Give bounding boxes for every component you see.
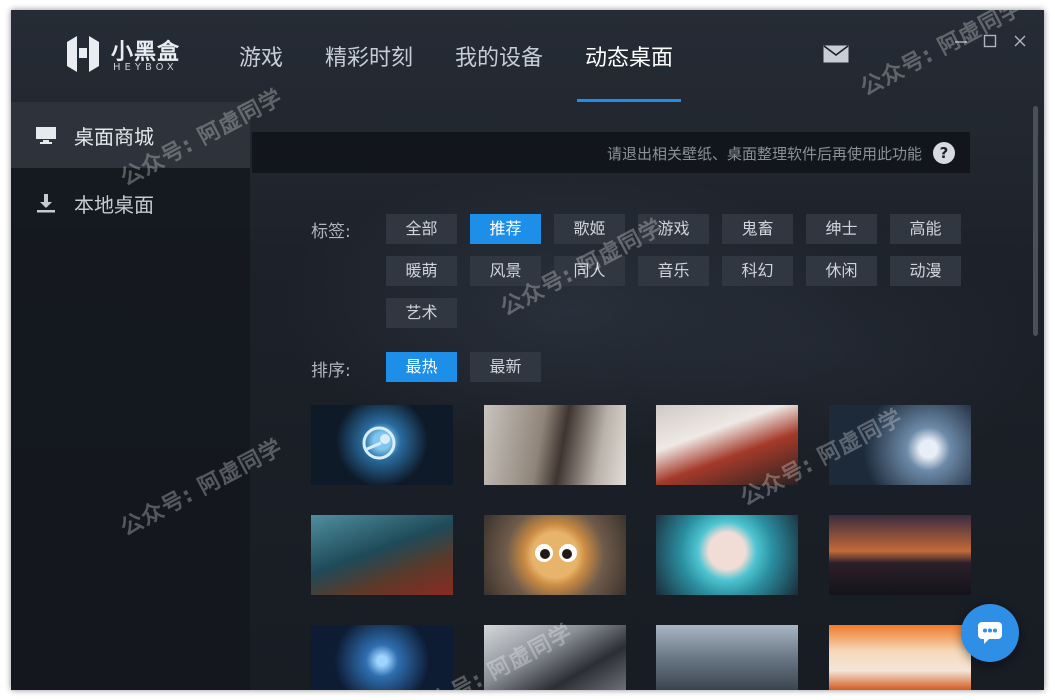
sidebar-item-label: 桌面商城 <box>74 124 154 149</box>
tag-chip[interactable]: 鬼畜 <box>722 214 793 244</box>
monitor-icon <box>36 127 56 144</box>
sort-option-active[interactable]: 最热 <box>386 352 457 382</box>
wallpaper-thumbnail[interactable] <box>829 405 971 485</box>
tag-row-label: 标签: <box>311 222 351 242</box>
scrollbar[interactable] <box>1033 106 1038 336</box>
nav-tab-highlights[interactable]: 精彩时刻 <box>315 10 423 102</box>
tag-chip[interactable]: 歌姬 <box>554 214 625 244</box>
tag-chip[interactable]: 全部 <box>386 214 457 244</box>
tag-chip[interactable]: 音乐 <box>638 256 709 286</box>
sidebar-item-local-desktop[interactable]: 本地桌面 <box>11 170 250 236</box>
nav-tab-games[interactable]: 游戏 <box>229 10 293 102</box>
wallpaper-thumbnail[interactable] <box>484 405 626 485</box>
minimize-icon[interactable] <box>954 34 968 48</box>
close-icon[interactable] <box>1013 34 1027 48</box>
nav-tab-live-desktop[interactable]: 动态桌面 <box>575 10 683 102</box>
tag-chip[interactable]: 科幻 <box>722 256 793 286</box>
bird-eyes-icon <box>535 544 577 562</box>
notice-bar: 请退出相关壁纸、桌面整理软件后再使用此功能 ? <box>252 132 970 173</box>
main-content: 请退出相关壁纸、桌面整理软件后再使用此功能 ? 标签: 全部 推荐 歌姬 游戏 … <box>250 102 1044 690</box>
tag-chip[interactable]: 暖萌 <box>386 256 457 286</box>
maximize-icon[interactable] <box>983 34 997 48</box>
tag-chip[interactable]: 游戏 <box>638 214 709 244</box>
tag-chip[interactable]: 同人 <box>554 256 625 286</box>
sort-option[interactable]: 最新 <box>470 352 541 382</box>
logo-text-en: HEYBOX <box>113 62 178 73</box>
tag-chip-active[interactable]: 推荐 <box>470 214 541 244</box>
app-logo[interactable]: 小黑盒 HEYBOX <box>65 32 195 82</box>
steam-icon <box>362 426 396 460</box>
chat-button[interactable] <box>961 604 1019 662</box>
sidebar-item-label: 本地桌面 <box>74 192 154 217</box>
app-window: 小黑盒 HEYBOX 游戏 精彩时刻 我的设备 动态桌面 桌面商城 本地桌面 请… <box>11 10 1044 690</box>
tag-chip[interactable]: 高能 <box>890 214 961 244</box>
wallpaper-thumbnail[interactable] <box>656 625 798 690</box>
header: 小黑盒 HEYBOX 游戏 精彩时刻 我的设备 动态桌面 <box>11 10 1044 102</box>
wallpaper-thumbnail[interactable] <box>656 515 798 595</box>
wallpaper-thumbnail[interactable] <box>484 625 626 690</box>
sort-row-label: 排序: <box>311 361 351 381</box>
wallpaper-thumbnail[interactable] <box>829 515 971 595</box>
tag-chip[interactable]: 风景 <box>470 256 541 286</box>
download-icon <box>37 194 55 213</box>
help-icon[interactable]: ? <box>933 142 955 164</box>
chat-bubble-icon <box>978 622 1002 644</box>
tag-chip[interactable]: 绅士 <box>806 214 877 244</box>
wallpaper-thumbnail[interactable] <box>656 405 798 485</box>
wallpaper-thumbnail[interactable] <box>484 515 626 595</box>
wallpaper-thumbnail[interactable] <box>829 625 971 690</box>
notice-text: 请退出相关壁纸、桌面整理软件后再使用此功能 <box>606 145 922 163</box>
heybox-logo-icon <box>67 36 99 72</box>
tag-chip[interactable]: 动漫 <box>890 256 961 286</box>
tag-chip[interactable]: 休闲 <box>806 256 877 286</box>
top-nav: 游戏 精彩时刻 我的设备 动态桌面 <box>229 10 705 102</box>
wallpaper-thumbnail[interactable] <box>311 515 453 595</box>
tag-chip[interactable]: 艺术 <box>386 298 457 328</box>
nav-tab-my-devices[interactable]: 我的设备 <box>445 10 553 102</box>
wallpaper-thumbnail[interactable] <box>311 405 453 485</box>
sidebar-item-desktop-store[interactable]: 桌面商城 <box>11 102 250 168</box>
mail-icon[interactable] <box>823 45 849 63</box>
sidebar: 桌面商城 本地桌面 <box>11 102 250 690</box>
wallpaper-thumbnail[interactable] <box>311 625 453 690</box>
